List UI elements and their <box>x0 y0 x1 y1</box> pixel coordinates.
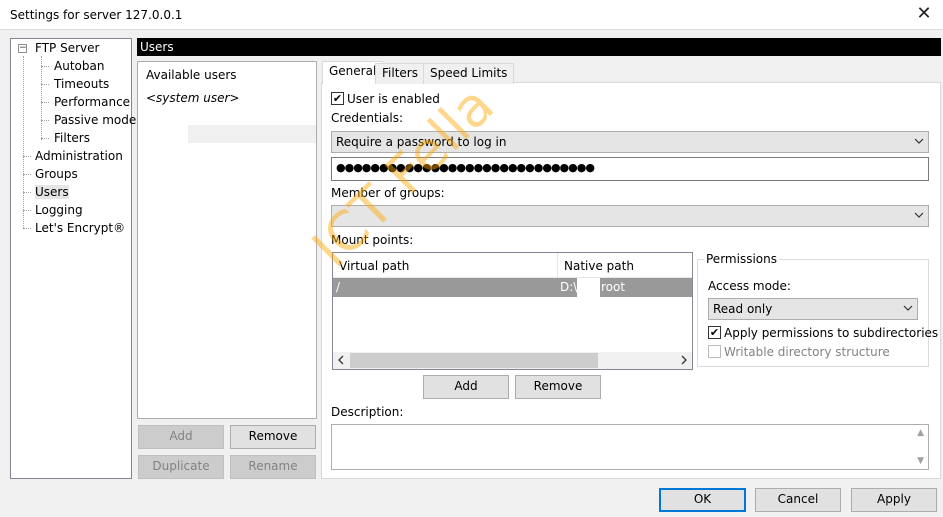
list-item-system-user[interactable]: <system user> <box>146 91 239 105</box>
tree-item-users[interactable]: Users <box>35 185 69 199</box>
scroll-down-icon[interactable]: ▼ <box>917 456 924 466</box>
window-title: Settings for server 127.0.0.1 <box>10 8 183 22</box>
permissions-legend: Permissions <box>704 252 779 266</box>
redacted-item <box>188 125 316 143</box>
tab-speed-limits[interactable]: Speed Limits <box>423 63 515 84</box>
table-row[interactable]: / D:\ root <box>333 278 692 297</box>
scrollbar-thumb[interactable] <box>350 353 598 368</box>
chevron-right-icon[interactable] <box>679 355 689 365</box>
duplicate-user-button[interactable]: Duplicate <box>138 455 224 479</box>
cancel-button[interactable]: Cancel <box>755 488 841 512</box>
chevron-left-icon[interactable] <box>336 355 346 365</box>
apply-subdirs-label: Apply permissions to subdirectories <box>724 326 939 340</box>
apply-subdirs-checkbox[interactable]: ✔ <box>708 326 721 339</box>
tree-item-ftp-server[interactable]: FTP Server <box>35 41 99 55</box>
writable-dir-label: Writable directory structure <box>724 345 890 359</box>
add-user-button[interactable]: Add <box>138 425 224 449</box>
access-mode-label: Access mode: <box>708 279 791 293</box>
scroll-up-icon[interactable]: ▲ <box>917 428 924 438</box>
ok-button[interactable]: OK <box>659 488 746 512</box>
column-virtual-path[interactable]: Virtual path <box>339 259 409 273</box>
tree-item-groups[interactable]: Groups <box>35 167 78 181</box>
credentials-dropdown[interactable]: Require a password to log in <box>331 131 929 153</box>
mount-points-table[interactable]: Virtual path Native path / D:\ root <box>332 252 693 370</box>
chevron-down-icon <box>914 138 924 144</box>
users-list-header: Available users <box>146 68 237 82</box>
virtual-path-cell: / <box>336 280 341 294</box>
remove-user-button[interactable]: Remove <box>230 425 316 449</box>
rename-user-button[interactable]: Rename <box>230 455 316 479</box>
apply-button[interactable]: Apply <box>851 488 937 512</box>
close-icon[interactable]: ✕ <box>913 4 935 26</box>
mount-points-label: Mount points: <box>331 233 414 247</box>
credentials-value: Require a password to log in <box>336 135 507 149</box>
horizontal-scrollbar[interactable] <box>333 352 692 369</box>
tree-item-autoban[interactable]: Autoban <box>54 59 104 73</box>
access-mode-dropdown[interactable]: Read only <box>708 298 918 320</box>
chevron-down-icon <box>914 212 924 218</box>
tree-item-administration[interactable]: Administration <box>35 149 123 163</box>
users-list[interactable]: Available users <system user> <box>137 61 317 419</box>
member-of-groups-label: Member of groups: <box>331 186 445 200</box>
table-header: Virtual path Native path <box>333 253 692 278</box>
tree-item-performance[interactable]: Performance <box>54 95 130 109</box>
user-enabled-checkbox[interactable]: ✔ <box>331 92 344 105</box>
user-enabled-label: User is enabled <box>347 92 440 106</box>
credentials-label: Credentials: <box>331 111 404 125</box>
tab-filters[interactable]: Filters <box>375 63 425 84</box>
writable-dir-checkbox[interactable] <box>708 345 721 358</box>
column-native-path[interactable]: Native path <box>564 259 634 273</box>
redacted-segment <box>577 278 600 297</box>
tree-item-passive-mode[interactable]: Passive mode <box>54 113 136 127</box>
tree-item-timeouts[interactable]: Timeouts <box>54 77 109 91</box>
add-mount-button[interactable]: Add <box>423 375 509 399</box>
tree-item-filters[interactable]: Filters <box>54 131 90 145</box>
collapse-icon[interactable]: − <box>18 44 27 53</box>
chevron-down-icon <box>903 305 913 311</box>
settings-tree[interactable]: − FTP Server Autoban Timeouts Performanc… <box>10 38 136 479</box>
tree-item-lets-encrypt[interactable]: Let's Encrypt® <box>35 221 125 235</box>
native-path-suffix: root <box>601 280 626 294</box>
title-bar: Settings for server 127.0.0.1 ✕ <box>0 0 943 30</box>
panel-header: Users <box>137 38 941 56</box>
password-field[interactable]: ●●●●●●●●●●●●●●●●●●●●●●●●●●●●●● <box>331 157 929 181</box>
description-label: Description: <box>331 405 404 419</box>
access-mode-value: Read only <box>713 302 773 316</box>
remove-mount-button[interactable]: Remove <box>515 375 601 399</box>
native-path-cell: D:\ <box>560 280 578 294</box>
tree-item-logging[interactable]: Logging <box>35 203 83 217</box>
description-field[interactable]: ▲ ▼ <box>331 424 929 470</box>
groups-dropdown[interactable] <box>331 205 929 227</box>
password-mask: ●●●●●●●●●●●●●●●●●●●●●●●●●●●●●● <box>336 161 595 174</box>
